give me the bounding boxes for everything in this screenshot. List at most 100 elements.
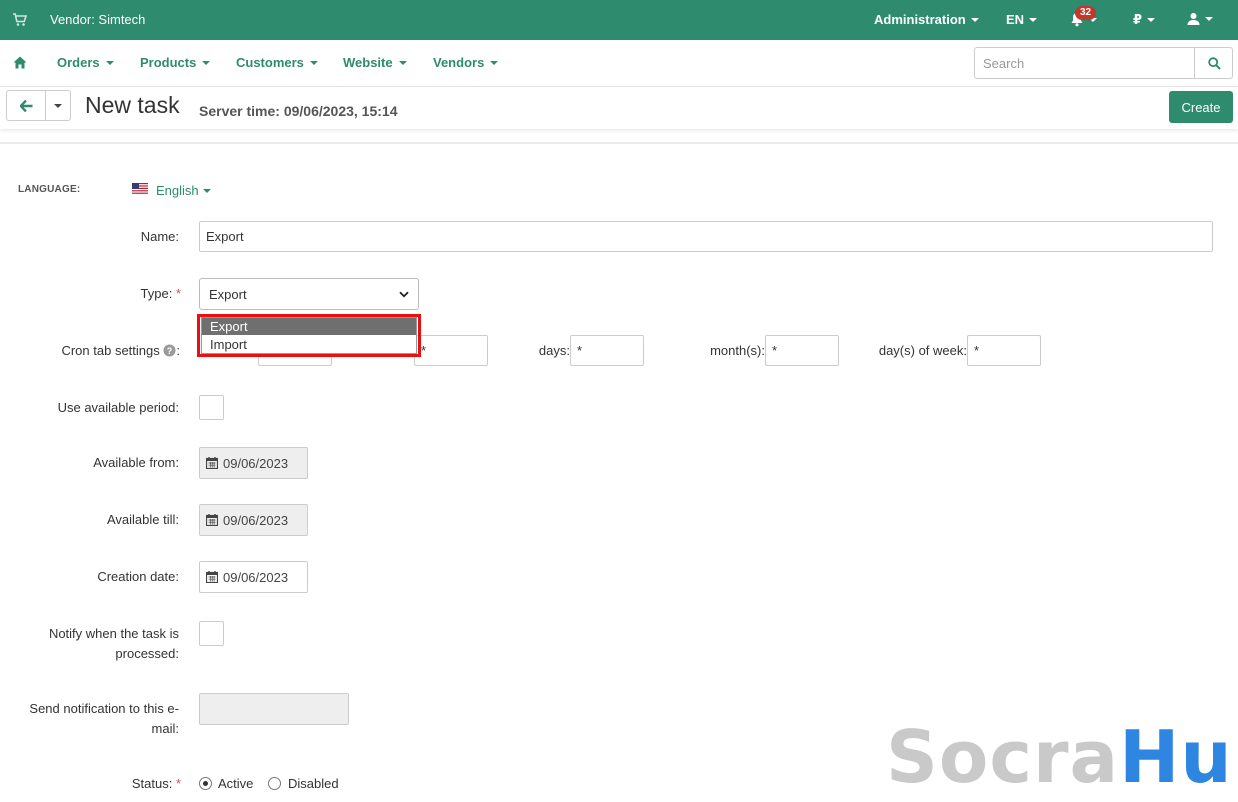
language-menu[interactable]: EN: [1006, 12, 1038, 27]
nav-vendors-label: Vendors: [433, 55, 485, 70]
search-input[interactable]: [974, 47, 1195, 79]
status-label-text: Status:: [131, 776, 173, 791]
cron-day-of-week-input[interactable]: *: [967, 335, 1041, 366]
cron-label: Cron tab settings ? :: [61, 343, 180, 358]
user-menu[interactable]: [1187, 12, 1213, 25]
calendar-icon: [206, 514, 218, 526]
cron-dow-value: *: [974, 343, 980, 358]
chevron-down-icon: [202, 60, 211, 65]
status-label: Status: *: [100, 774, 181, 794]
page-header: New task Server time: 09/06/2023, 15:14 …: [0, 87, 1238, 129]
watermark-logo: SocraHub: [886, 712, 1238, 802]
vendor-label[interactable]: Vendor: Simtech: [50, 12, 145, 27]
language-selector[interactable]: English: [156, 183, 211, 198]
cron-hours-value: *: [421, 343, 427, 358]
creation-date-label: Creation date:: [97, 569, 179, 584]
creation-date-value: 09/06/2023: [223, 569, 289, 585]
status-active-radio[interactable]: [199, 777, 212, 790]
calendar-icon: [206, 571, 218, 583]
nav-vendors[interactable]: Vendors: [433, 55, 499, 70]
type-select-value: Export: [209, 286, 247, 302]
day-of-week-label: day(s) of week:: [878, 343, 967, 358]
create-button[interactable]: Create: [1169, 91, 1233, 123]
language-label: EN: [1006, 12, 1025, 27]
status-active-label[interactable]: Active: [218, 776, 253, 791]
days-label: days:: [538, 343, 570, 358]
status-disabled-label[interactable]: Disabled: [288, 776, 339, 791]
status-disabled-radio[interactable]: [268, 777, 281, 790]
divider: [0, 142, 1238, 144]
type-label-text: Type:: [140, 286, 173, 301]
chevron-down-icon: [1147, 18, 1156, 22]
chevron-down-icon: [970, 17, 979, 22]
nav-products-label: Products: [140, 55, 197, 70]
help-icon[interactable]: ?: [163, 344, 176, 357]
cron-months-value: *: [772, 343, 778, 358]
administration-menu[interactable]: Administration: [874, 12, 979, 27]
nav-customers-label: Customers: [236, 55, 304, 70]
nav-orders-label: Orders: [57, 55, 100, 70]
svg-text:?: ?: [167, 346, 173, 356]
chevron-down-icon: [1029, 17, 1038, 22]
notification-email-input[interactable]: [199, 693, 349, 725]
top-bar: Vendor: Simtech Administration EN 32 ₽: [0, 0, 1238, 40]
available-till-value: 09/06/2023: [223, 512, 289, 528]
available-till-label: Available till:: [106, 512, 179, 527]
highlight-box: [197, 314, 421, 357]
cron-months-input[interactable]: *: [765, 335, 839, 366]
type-label: Type: *: [100, 284, 181, 304]
use-period-label: Use available period:: [57, 400, 179, 415]
send-email-label-line1: Send notification to this e-: [29, 701, 179, 716]
name-input[interactable]: Export: [199, 221, 1213, 252]
name-value: Export: [206, 229, 244, 244]
currency-label: ₽: [1133, 12, 1143, 27]
required-marker: *: [175, 776, 181, 791]
nav-orders[interactable]: Orders: [57, 55, 114, 70]
language-value: English: [156, 183, 199, 198]
server-time: Server time: 09/06/2023, 15:14: [199, 103, 398, 119]
name-label: Name:: [140, 229, 179, 244]
chevron-down-icon: [309, 60, 318, 65]
nav-products[interactable]: Products: [140, 55, 211, 70]
cron-days-value: *: [577, 343, 583, 358]
chevron-down-icon: [490, 60, 499, 65]
chevron-down-icon: [1205, 16, 1213, 21]
watermark-part2: Hub: [1119, 715, 1238, 799]
available-from-value: 09/06/2023: [223, 455, 289, 471]
type-select[interactable]: Export: [199, 278, 419, 310]
creation-date-input[interactable]: 09/06/2023: [199, 561, 308, 593]
notifications-badge: 32: [1075, 6, 1097, 20]
chevron-down-icon: [202, 188, 211, 193]
notify-label-line2: processed:: [115, 646, 179, 661]
main-nav: Orders Products Customers Website Vendor…: [0, 40, 1238, 87]
nav-website[interactable]: Website: [343, 55, 407, 70]
calendar-icon: [206, 457, 218, 469]
chevron-down-icon: [399, 291, 409, 297]
page-title: New task: [85, 92, 180, 118]
us-flag-icon: [132, 183, 148, 194]
cron-label-text: Cron tab settings: [61, 343, 160, 358]
back-dropdown-button[interactable]: [45, 90, 71, 121]
send-email-label-line2: mail:: [151, 721, 179, 736]
available-from-label: Available from:: [93, 455, 179, 470]
available-from-input[interactable]: 09/06/2023: [199, 447, 308, 479]
administration-label: Administration: [874, 12, 966, 27]
search-button[interactable]: [1194, 47, 1233, 79]
currency-menu[interactable]: ₽: [1133, 12, 1156, 28]
cart-icon[interactable]: [12, 12, 28, 28]
search-icon: [1208, 57, 1221, 70]
chevron-down-icon: [105, 60, 114, 65]
cron-days-input[interactable]: *: [570, 335, 644, 366]
watermark-part1: Socra: [886, 715, 1120, 799]
nav-customers[interactable]: Customers: [236, 55, 318, 70]
home-icon[interactable]: [13, 56, 27, 69]
chevron-down-icon: [54, 104, 62, 108]
arrow-left-icon: [20, 100, 33, 112]
back-button[interactable]: [6, 90, 46, 121]
available-till-input[interactable]: 09/06/2023: [199, 504, 308, 536]
use-period-checkbox[interactable]: [199, 395, 224, 420]
nav-website-label: Website: [343, 55, 393, 70]
cron-hours-input[interactable]: *: [414, 335, 488, 366]
language-label: LANGUAGE:: [18, 184, 81, 195]
notify-checkbox[interactable]: [199, 621, 224, 646]
